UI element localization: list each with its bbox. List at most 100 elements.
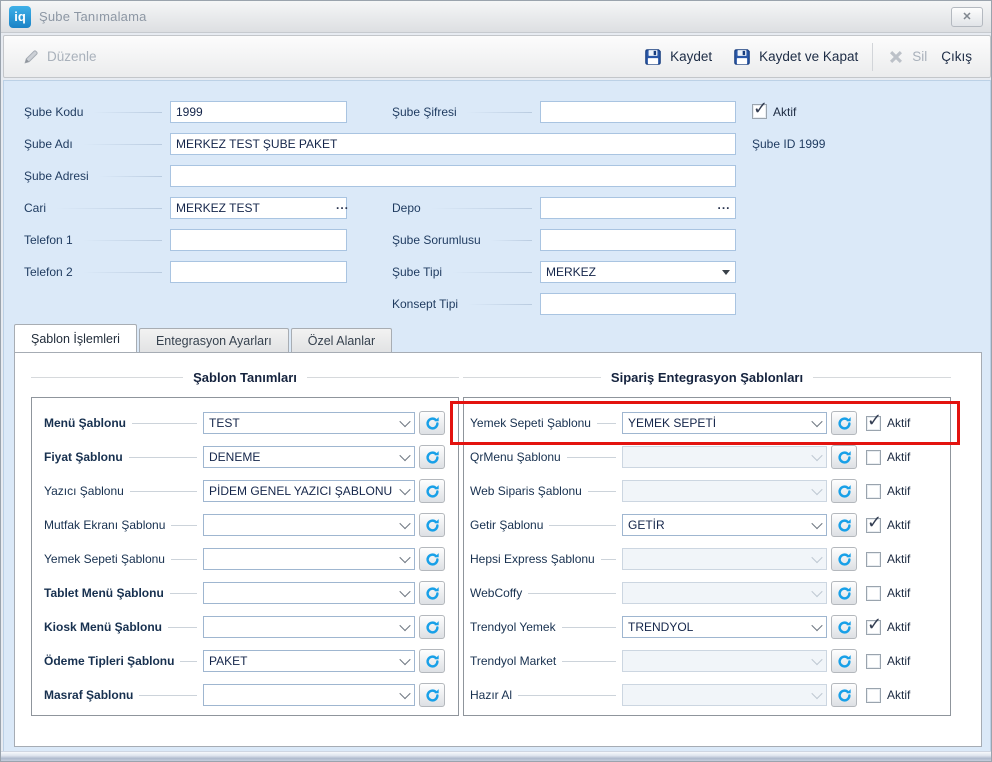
window-bottom-edge: [1, 751, 991, 761]
select-deme-tipleri-ablonu[interactable]: PAKET: [203, 650, 415, 672]
field-label-wrap: WebCoffy: [470, 586, 622, 600]
refresh-button[interactable]: [831, 683, 857, 707]
select-yaz-c-ablonu[interactable]: PİDEM GENEL YAZICI ŞABLONU: [203, 480, 415, 502]
tab-zel-alanlar[interactable]: Özel Alanlar: [290, 328, 393, 352]
title-bar: iq Şube Tanımalama: [1, 1, 991, 33]
chevron-down-icon: [399, 653, 411, 666]
aktif-checkbox[interactable]: Aktif: [866, 687, 910, 703]
konsept-tipi-input[interactable]: [540, 293, 736, 315]
refresh-button[interactable]: [419, 445, 445, 469]
duzenle-label: Düzenle: [47, 49, 97, 64]
refresh-button[interactable]: [831, 479, 857, 503]
sube-sifresi-input[interactable]: [540, 101, 736, 123]
select-webcoffy[interactable]: [622, 582, 827, 604]
refresh-button[interactable]: [419, 479, 445, 503]
refresh-button[interactable]: [419, 513, 445, 537]
select-trendyol-market[interactable]: [622, 650, 827, 672]
field-label: Hepsi Express Şablonu: [470, 552, 595, 566]
checkbox-box: [866, 614, 882, 635]
aktif-checkbox[interactable]: Aktif: [866, 483, 910, 499]
aktif-label: Aktif: [773, 104, 797, 119]
refresh-button[interactable]: [831, 445, 857, 469]
refresh-button[interactable]: [419, 581, 445, 605]
cari-lookup-button[interactable]: ...: [336, 198, 349, 218]
refresh-button[interactable]: [831, 411, 857, 435]
refresh-icon: [425, 416, 439, 430]
app-logo-icon: iq: [9, 5, 31, 28]
kaydet-button[interactable]: Kaydet: [637, 43, 718, 71]
aktif-checkbox-main[interactable]: Aktif: [752, 98, 797, 119]
aktif-checkbox[interactable]: Aktif: [866, 653, 910, 669]
sube-sorumlusu-input[interactable]: [540, 229, 736, 251]
telefon1-input[interactable]: [170, 229, 347, 251]
aktif-checkbox[interactable]: Aktif: [866, 551, 910, 567]
select-mutfak-ekran-ablonu[interactable]: [203, 514, 415, 536]
kaydet-ve-kapat-button[interactable]: Kaydet ve Kapat: [726, 43, 864, 71]
refresh-icon: [425, 620, 439, 634]
select-hepsi-express-ablonu[interactable]: [622, 548, 827, 570]
chevron-down-icon: [399, 551, 411, 564]
leader-line: [169, 592, 197, 594]
leader-line: [139, 694, 197, 696]
depo-input[interactable]: [541, 198, 713, 218]
sil-button[interactable]: Sil: [881, 44, 933, 70]
select-haz-r-al[interactable]: [622, 684, 827, 706]
dropdown-arrow-icon: [722, 269, 730, 275]
tab-entegrasyon-ayarlar[interactable]: Entegrasyon Ayarları: [138, 328, 289, 352]
refresh-button[interactable]: [831, 547, 857, 571]
telefon2-input[interactable]: [170, 261, 347, 283]
select-value: PİDEM GENEL YAZICI ŞABLONU: [209, 484, 393, 498]
sube-kodu-label: Şube Kodu: [24, 101, 170, 123]
tab-bar: Şablon İşlemleri Entegrasyon Ayarları Özel…: [14, 324, 394, 352]
field-label-wrap: Getir Şablonu: [470, 518, 622, 532]
select-yemek-sepeti-ablonu[interactable]: [203, 548, 415, 570]
close-icon[interactable]: [951, 6, 983, 27]
refresh-button[interactable]: [831, 615, 857, 639]
field-label: Mutfak Ekranı Şablonu: [44, 518, 166, 532]
refresh-button[interactable]: [831, 581, 857, 605]
refresh-button[interactable]: [419, 683, 445, 707]
refresh-button[interactable]: [419, 411, 445, 435]
depo-lookup-button[interactable]: ...: [713, 198, 735, 218]
sube-adi-input[interactable]: [170, 133, 736, 155]
select-qrmenu-ablonu[interactable]: [622, 446, 827, 468]
select-getir-ablonu[interactable]: GETİR: [622, 514, 827, 536]
select-tablet-men-ablonu[interactable]: [203, 582, 415, 604]
aktif-checkbox[interactable]: Aktif: [866, 512, 911, 533]
sube-tipi-select[interactable]: MERKEZ: [540, 261, 736, 283]
field-label-wrap: Trendyol Market: [470, 654, 622, 668]
cikis-button[interactable]: Çıkış: [935, 45, 978, 68]
cari-input[interactable]: [171, 198, 336, 218]
checkbox-box: [866, 512, 882, 533]
select-masraf-ablonu[interactable]: [203, 684, 415, 706]
select-men-ablonu[interactable]: TEST: [203, 412, 415, 434]
aktif-label: Aktif: [887, 518, 911, 532]
refresh-icon: [425, 654, 439, 668]
field-label: Kiosk Menü Şablonu: [44, 620, 163, 634]
duzenle-button[interactable]: Düzenle: [16, 44, 103, 70]
select-yemek-sepeti-ablonu[interactable]: YEMEK SEPETİ: [622, 412, 827, 434]
refresh-icon: [837, 416, 851, 430]
depo-label: Depo: [392, 197, 540, 219]
select-fiyat-ablonu[interactable]: DENEME: [203, 446, 415, 468]
aktif-checkbox[interactable]: Aktif: [866, 614, 910, 635]
select-web-siparis-ablonu[interactable]: [622, 480, 827, 502]
select-kiosk-men-ablonu[interactable]: [203, 616, 415, 638]
aktif-label: Aktif: [887, 416, 911, 430]
refresh-button[interactable]: [419, 615, 445, 639]
refresh-button[interactable]: [419, 547, 445, 571]
refresh-icon: [837, 620, 851, 634]
refresh-button[interactable]: [419, 649, 445, 673]
sube-id-text: Şube ID 1999: [752, 137, 826, 151]
aktif-checkbox[interactable]: Aktif: [866, 585, 910, 601]
integration-row: Getir Şablonu GETİR Aktif: [464, 508, 950, 542]
field-label: Hazır Al: [470, 688, 513, 702]
aktif-checkbox[interactable]: Aktif: [866, 449, 910, 465]
refresh-button[interactable]: [831, 649, 857, 673]
sube-kodu-input[interactable]: [170, 101, 347, 123]
refresh-button[interactable]: [831, 513, 857, 537]
tab-ablon-i-lemleri[interactable]: Şablon İşlemleri: [14, 324, 137, 352]
aktif-checkbox[interactable]: Aktif: [866, 410, 911, 431]
sube-adresi-input[interactable]: [170, 165, 736, 187]
select-trendyol-yemek[interactable]: TRENDYOL: [622, 616, 827, 638]
